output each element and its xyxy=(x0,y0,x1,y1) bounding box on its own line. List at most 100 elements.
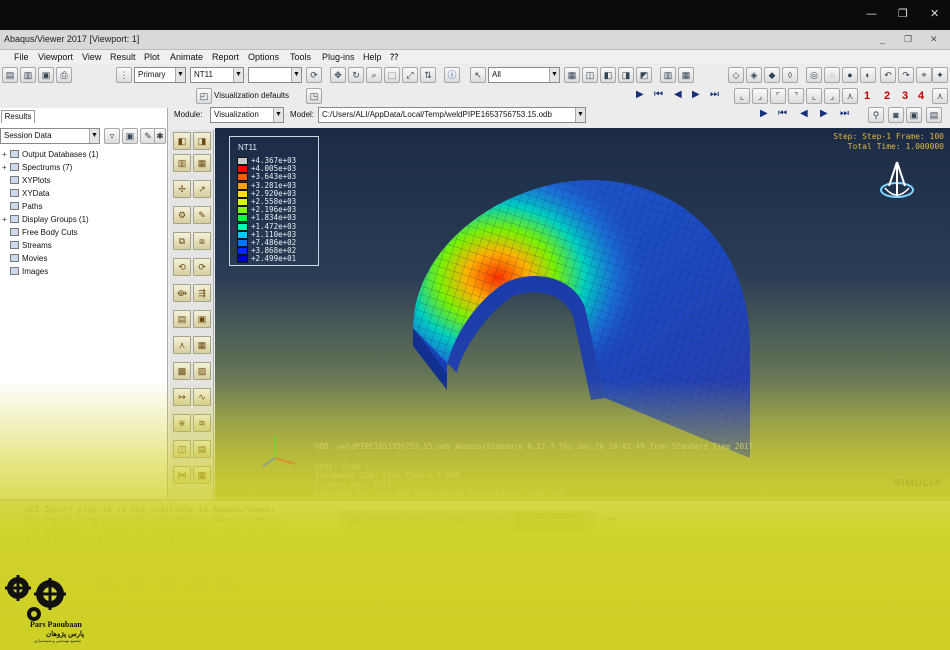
axis-triad-icon[interactable]: ⋏ xyxy=(842,88,858,104)
view-yz-icon[interactable]: ⌞ xyxy=(806,88,822,104)
expand-icon[interactable]: + xyxy=(2,150,7,159)
intersect-icon[interactable]: ◨ xyxy=(618,67,634,83)
xy-data-icon[interactable]: ▤ xyxy=(173,310,191,328)
menu-result[interactable]: Result xyxy=(110,52,136,62)
next-frame-icon[interactable]: ▶ xyxy=(692,89,700,100)
auto-fit-icon[interactable]: ⤢ xyxy=(402,67,418,83)
inner-minimize-icon[interactable]: _ xyxy=(880,34,885,44)
print-icon[interactable]: ⎙ xyxy=(56,67,72,83)
top-view-icon[interactable]: ◊ xyxy=(782,67,798,83)
shade-icon[interactable]: ● xyxy=(842,67,858,83)
section-select[interactable]: ▼ xyxy=(248,67,302,83)
menu-view[interactable]: View xyxy=(82,52,101,62)
color-code-icon[interactable]: ⋈ xyxy=(173,466,191,484)
render-icon[interactable]: ◎ xyxy=(806,67,822,83)
refresh-icon[interactable]: ⟳ xyxy=(306,67,322,83)
query-icon[interactable]: ⓘ xyxy=(444,67,460,83)
minimize-icon[interactable]: — xyxy=(866,7,877,20)
animation-options-icon[interactable]: ⇶ xyxy=(193,284,211,302)
animate-play-icon[interactable]: ▶ xyxy=(760,108,768,119)
rotate-icon[interactable]: ↻ xyxy=(348,67,364,83)
expand-icon[interactable]: + xyxy=(2,163,7,172)
previous-frame-icon[interactable]: ◀ xyxy=(674,89,682,100)
highlight-sel-icon[interactable]: ✦ xyxy=(932,67,948,83)
menu-tools[interactable]: Tools xyxy=(290,52,311,62)
tree-item-display-groups[interactable]: + Display Groups (1) xyxy=(2,215,89,224)
stop-sharing-button[interactable]: Stop sharing xyxy=(515,513,585,531)
tree-item-free-body-cuts[interactable]: Free Body Cuts xyxy=(10,228,78,237)
plot-symbols-icon[interactable]: ✢ xyxy=(173,180,191,198)
view-2-button[interactable]: 2 xyxy=(884,90,890,102)
tree-expand-icon[interactable]: ▣ xyxy=(122,128,138,144)
open-icon[interactable]: ▥ xyxy=(20,67,36,83)
session-select[interactable]: Session Data ▼ xyxy=(0,128,100,144)
view-y-icon[interactable]: ⌟ xyxy=(752,88,768,104)
box-zoom-icon[interactable]: ⬚ xyxy=(384,67,400,83)
plot-undeformed-icon[interactable]: ◧ xyxy=(173,132,191,150)
animate-last-icon[interactable]: ⏭ xyxy=(840,108,849,119)
overlay-icon[interactable]: ⧈ xyxy=(193,232,211,250)
query-path-icon[interactable]: ↦ xyxy=(173,388,191,406)
camera-icon[interactable]: ◙ xyxy=(888,107,904,123)
view-cut-icon[interactable]: ▩ xyxy=(173,362,191,380)
tree-filter-icon[interactable]: ▿ xyxy=(104,128,120,144)
animate-scale-icon[interactable]: ⟲ xyxy=(173,258,191,276)
expand-icon[interactable]: + xyxy=(2,215,7,224)
animate-prev-icon[interactable]: ◀ xyxy=(800,108,808,119)
animate-time-icon[interactable]: ⟳ xyxy=(193,258,211,276)
path-manager-icon[interactable]: ▦ xyxy=(193,336,211,354)
menu-report[interactable]: Report xyxy=(212,52,239,62)
menu-help[interactable]: Help xyxy=(363,52,382,62)
menu-viewport[interactable]: Viewport xyxy=(38,52,73,62)
menu-plugins[interactable]: Plug-ins xyxy=(322,52,355,62)
plot-material-orient-icon[interactable]: ↗ xyxy=(193,180,211,198)
magnify-icon[interactable]: ⌕ xyxy=(366,67,382,83)
create-path-icon[interactable]: ⋏ xyxy=(173,336,191,354)
visualization-defaults-label[interactable]: Visualization defaults xyxy=(214,91,289,100)
view-3-button[interactable]: 3 xyxy=(902,90,908,102)
plot-path-icon[interactable]: ∿ xyxy=(193,388,211,406)
select-arrow-icon[interactable]: ↖ xyxy=(470,67,486,83)
tree-item-xydata[interactable]: XYData xyxy=(10,189,50,198)
first-frame-icon[interactable]: ⏮ xyxy=(654,89,663,100)
module-select[interactable]: Visualization ▼ xyxy=(210,107,284,123)
variable-select[interactable]: NT11 ▼ xyxy=(190,67,244,83)
tree-item-movies[interactable]: Movies xyxy=(10,254,47,263)
tree-item-xyplots[interactable]: XYPlots xyxy=(10,176,50,185)
display-select[interactable]: All ▼ xyxy=(488,67,560,83)
plot-contours-icon[interactable]: ▥ xyxy=(173,154,191,172)
menu-options[interactable]: Options xyxy=(248,52,279,62)
tree-item-spectrums[interactable]: + Spectrums (7) xyxy=(2,163,72,172)
views-icon[interactable]: ▥ xyxy=(660,67,676,83)
plot-deformed-icon[interactable]: ◨ xyxy=(193,132,211,150)
taskbar-app-icon[interactable] xyxy=(160,578,174,592)
view-xy-icon[interactable]: ⌝ xyxy=(788,88,804,104)
animate-next-icon[interactable]: ▶ xyxy=(820,108,828,119)
stream-plot-icon[interactable]: ≋ xyxy=(193,414,211,432)
mesh-icon[interactable]: ▦ xyxy=(678,67,694,83)
report-field-icon[interactable]: ▤ xyxy=(193,440,211,458)
viewport[interactable]: NT11 +4.367e+03 +4.005e+03 +3.643e+03 +3.28… xyxy=(215,128,950,500)
tree-item-paths[interactable]: Paths xyxy=(10,202,42,211)
field-output-icon[interactable]: ⋮ xyxy=(116,67,132,83)
common-options-icon[interactable]: ⚙ xyxy=(173,206,191,224)
cycle-view-icon[interactable]: ⇅ xyxy=(420,67,436,83)
tree-item-output-databases[interactable]: + Output Databases (1) xyxy=(2,150,98,159)
view-1-button[interactable]: 1 xyxy=(864,90,870,102)
view-x-icon[interactable]: ⌞ xyxy=(734,88,750,104)
iso-view-icon[interactable]: ◇ xyxy=(728,67,744,83)
axis-orient-icon[interactable]: ⋏ xyxy=(932,88,948,104)
pan-icon[interactable]: ✥ xyxy=(330,67,346,83)
new-icon[interactable]: ▤ xyxy=(2,67,18,83)
menu-animate[interactable]: Animate xyxy=(170,52,203,62)
inner-restore-icon[interactable]: ❐ xyxy=(904,34,912,45)
last-frame-icon[interactable]: ⏭ xyxy=(710,89,719,100)
plot-contours-both-icon[interactable]: ▦ xyxy=(193,154,211,172)
defaults-menu-icon[interactable]: ◳ xyxy=(306,88,322,104)
display-options-icon[interactable]: ▦ xyxy=(193,466,211,484)
view-z-icon[interactable]: ⌜ xyxy=(770,88,786,104)
taskbar-app-icon[interactable] xyxy=(130,578,144,592)
tool-icon[interactable]: ◩ xyxy=(636,67,652,83)
undo-icon[interactable]: ↶ xyxy=(880,67,896,83)
menu-plot[interactable]: Plot xyxy=(144,52,160,62)
